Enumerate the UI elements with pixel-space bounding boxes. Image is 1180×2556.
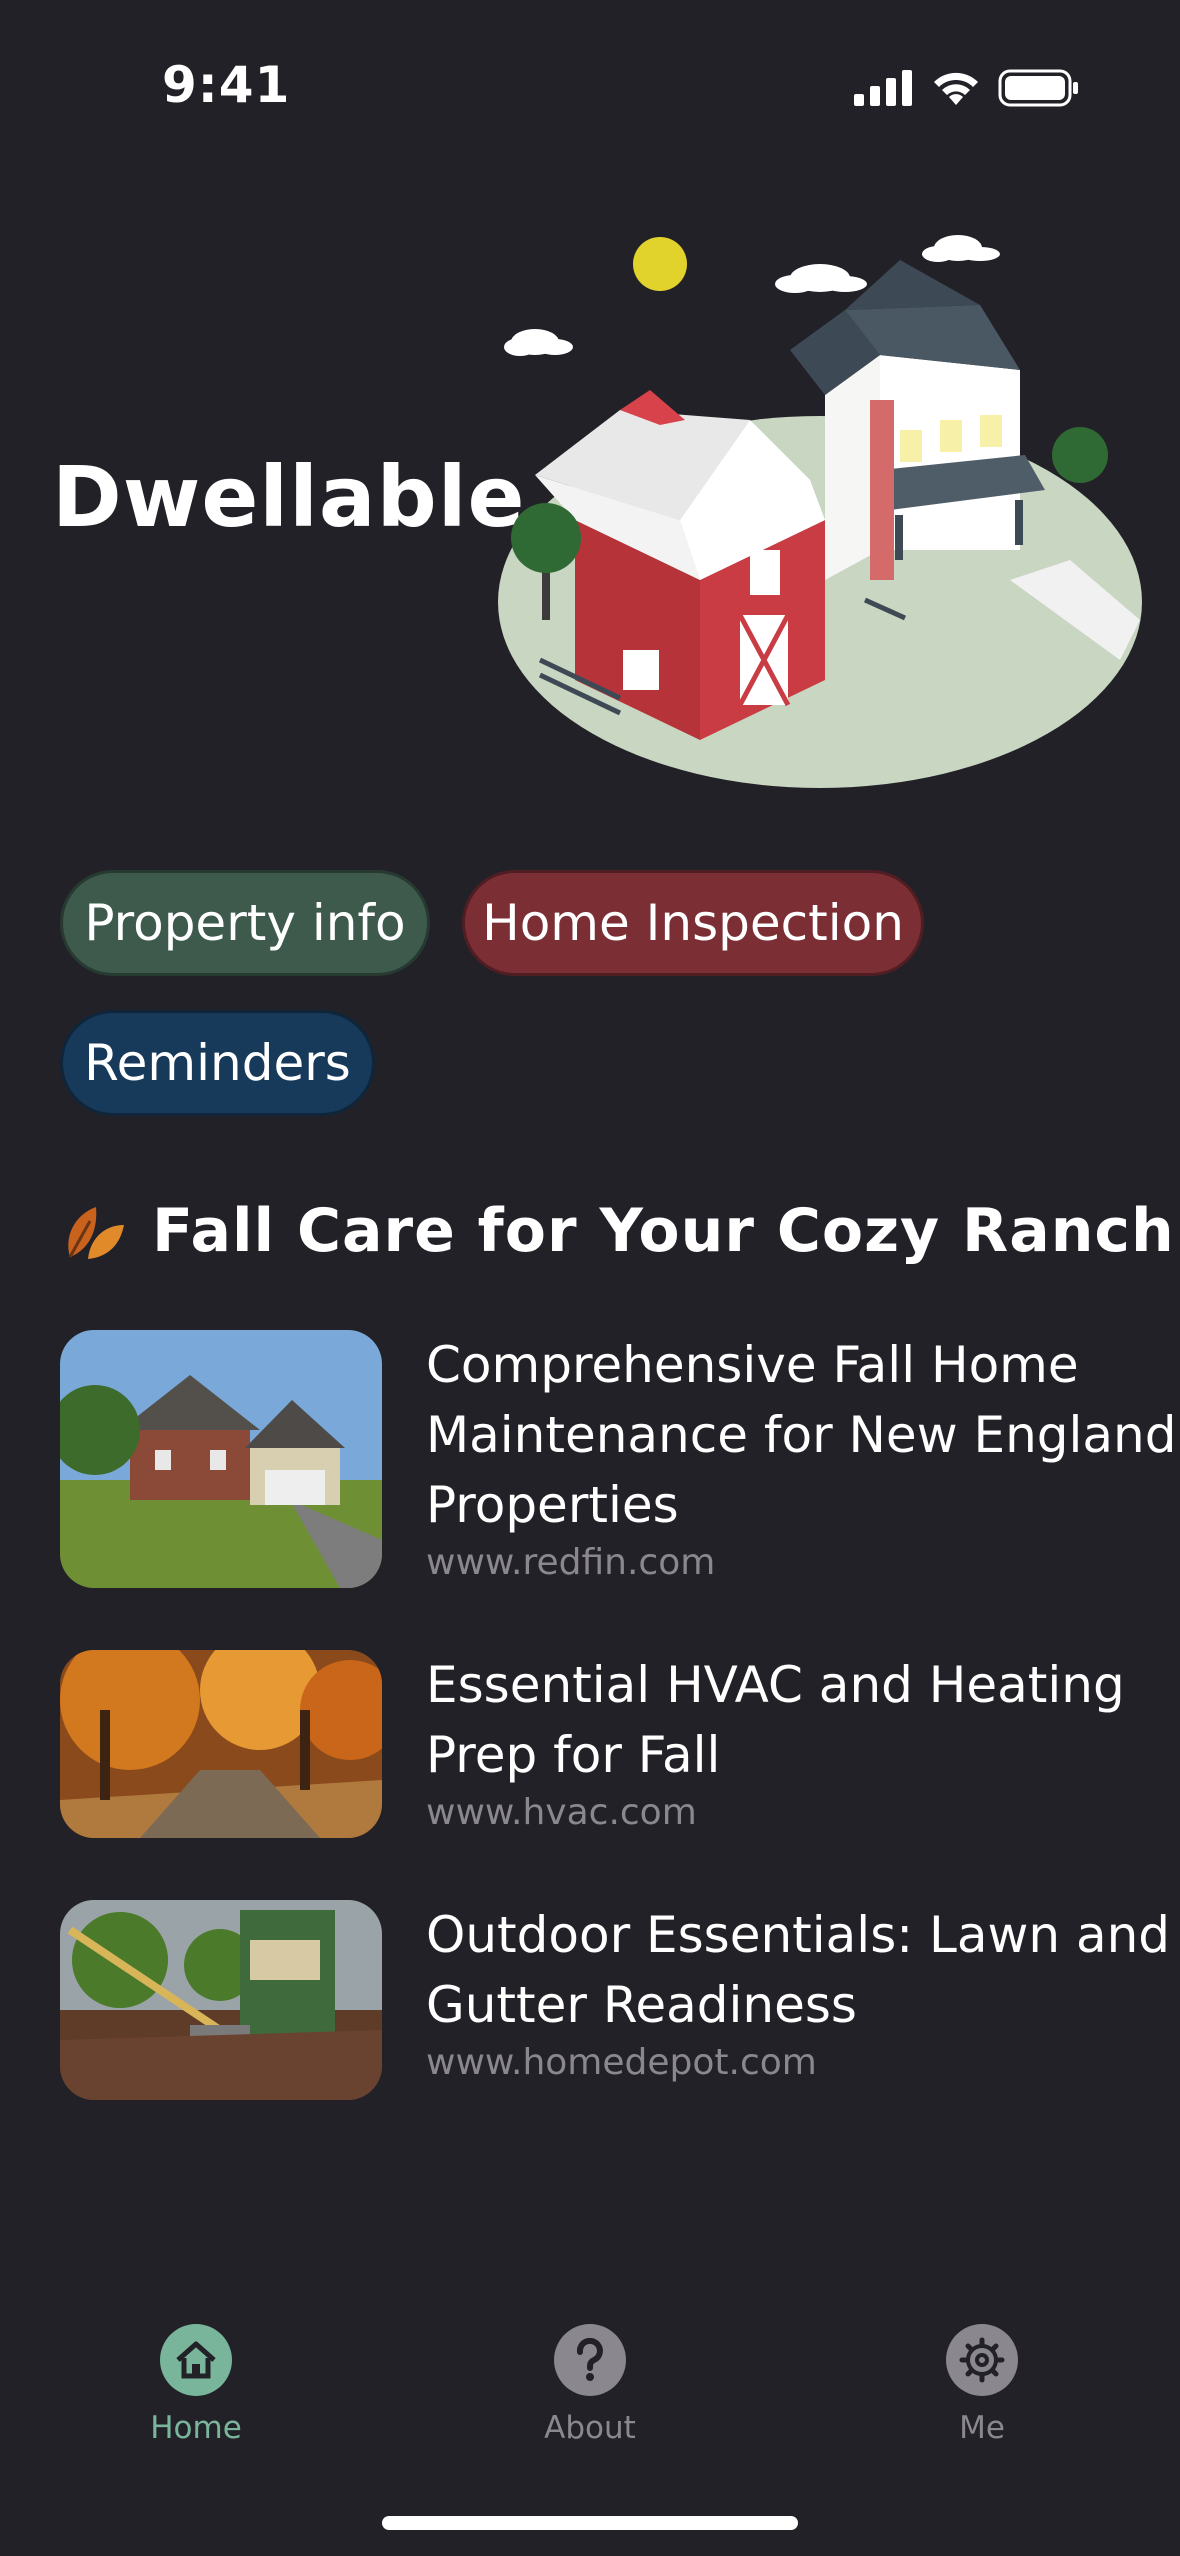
reminders-chip[interactable]: Reminders [60,1010,375,1116]
status-icons [854,68,1080,108]
status-time: 9:41 [162,56,291,114]
section-header: Fall Care for Your Cozy Ranch [60,1196,1175,1266]
battery-icon [998,69,1078,107]
farmhouse-illustration [498,235,1142,788]
article-title: Outdoor Essentials: Lawn and Gutter Read… [426,1906,1171,2034]
article-card[interactable]: Comprehensive Fall Home Maintenance for … [60,1330,1176,1590]
article-title: Comprehensive Fall Home Maintenance for … [426,1336,1177,1534]
tab-label: About [544,2410,636,2446]
autumn-leaves-icon [68,1207,124,1259]
wifi-icon [934,72,978,105]
article-source: www.hvac.com [426,1792,697,1833]
question-icon [554,2324,626,2396]
home-icon [160,2324,232,2396]
article-source: www.homedepot.com [426,2042,817,2083]
tab-label: Home [150,2410,242,2446]
home-inspection-chip[interactable]: Home Inspection [462,870,924,976]
tab-label: Me [959,2410,1005,2446]
article-thumbnail [60,1650,382,1838]
status-bar: 9:41 [0,0,1180,170]
article-card[interactable]: Essential HVAC and Heating Prep for Fall… [60,1650,1140,1840]
gear-icon [946,2324,1018,2396]
cellular-signal-icon [854,70,912,106]
tab-bar: Home About Me [0,2300,1180,2500]
article-thumbnail [60,1330,382,1588]
property-info-chip[interactable]: Property info [60,870,430,976]
section-title: Fall Care for Your Cozy Ranch [152,1196,1175,1266]
article-text: Essential HVAC and Heating Prep for Fall… [426,1650,1180,1833]
article-title: Essential HVAC and Heating Prep for Fall [426,1656,1125,1784]
article-thumbnail [60,1900,382,2100]
home-indicator[interactable] [382,2516,798,2530]
app-title: Dwellable [52,448,526,546]
article-source: www.redfin.com [426,1542,716,1583]
article-text: Comprehensive Fall Home Maintenance for … [426,1330,1180,1583]
tab-me[interactable]: Me [882,2324,1082,2446]
tab-about[interactable]: About [490,2324,690,2446]
article-text: Outdoor Essentials: Lawn and Gutter Read… [426,1900,1180,2083]
article-card[interactable]: Outdoor Essentials: Lawn and Gutter Read… [60,1900,1170,2102]
tab-home[interactable]: Home [96,2324,296,2446]
